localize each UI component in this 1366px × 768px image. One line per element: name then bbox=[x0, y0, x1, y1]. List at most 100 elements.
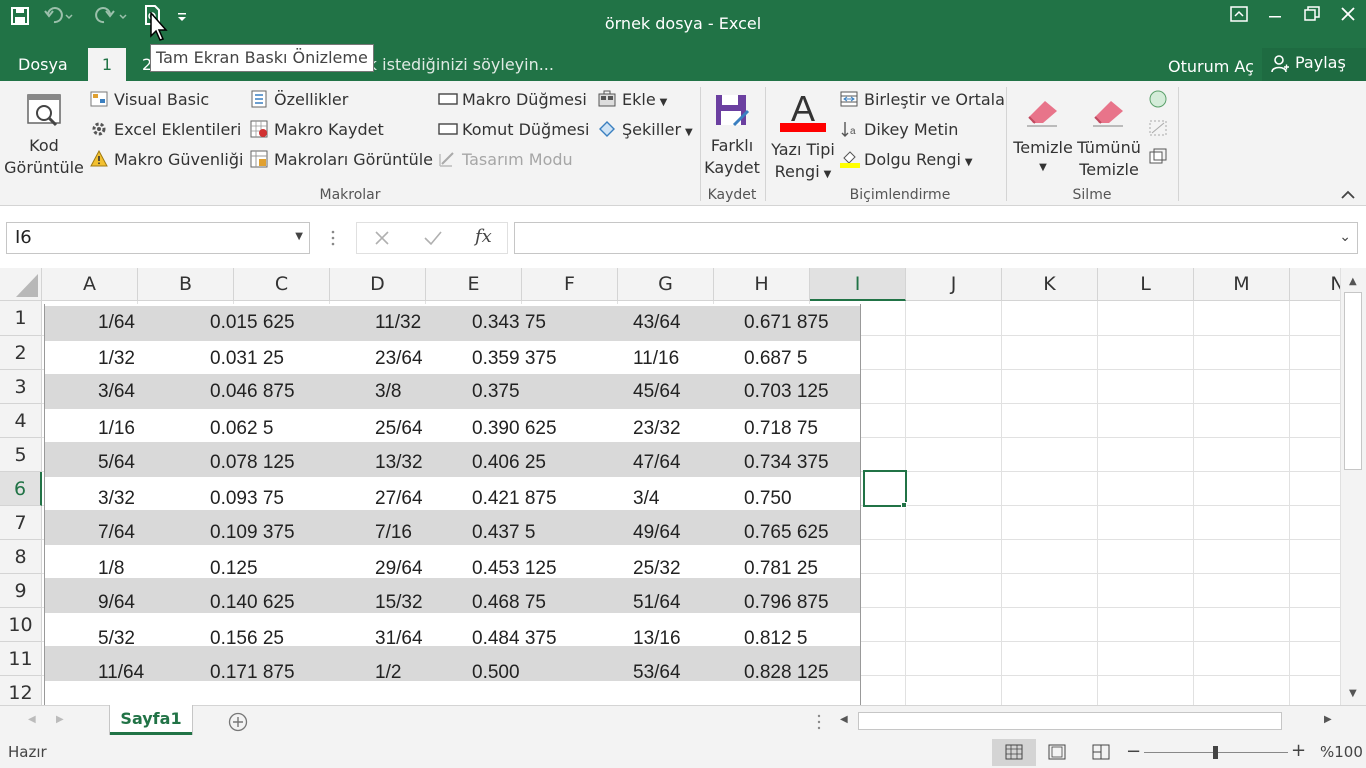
horizontal-scroll-thumb[interactable] bbox=[858, 712, 1282, 730]
vertical-text-icon: a bbox=[840, 120, 858, 138]
table-cell: 0.734 375 bbox=[744, 452, 829, 473]
view-code-icon bbox=[24, 91, 64, 131]
table-cell: 1/32 bbox=[98, 348, 135, 369]
collapse-ribbon-icon[interactable] bbox=[1340, 187, 1356, 201]
visual-basic-icon bbox=[90, 90, 108, 108]
table-cell: 0.437 5 bbox=[472, 522, 536, 543]
insert-function-icon[interactable]: fx bbox=[475, 226, 492, 247]
clear-button[interactable]: Temizle ▼ bbox=[1010, 91, 1076, 177]
chevron-down-icon[interactable]: ▼ bbox=[295, 231, 303, 242]
copy-sheet-icon[interactable] bbox=[1148, 147, 1168, 167]
zoom-level[interactable]: %100 bbox=[1320, 743, 1363, 761]
tooltip: Tam Ekran Baskı Önizleme bbox=[150, 44, 374, 72]
gear-icon bbox=[90, 120, 108, 138]
table-cell: 0.062 5 bbox=[210, 418, 274, 439]
clear-all-label-2: Temizle bbox=[1079, 160, 1139, 179]
record-macro-icon bbox=[250, 120, 268, 138]
font-color-button[interactable]: A Yazı Tipi Rengi ▼ bbox=[768, 88, 838, 186]
table-cell: 0.796 875 bbox=[744, 592, 829, 613]
record-macro-button[interactable]: Makro Kaydet bbox=[250, 117, 384, 143]
view-code-button[interactable]: Kod Görüntüle bbox=[4, 91, 84, 179]
merge-center-button[interactable]: Birleştir ve Ortala bbox=[840, 87, 1005, 113]
ribbon: Kod Görüntüle Visual Basic Excel Eklenti… bbox=[0, 81, 1366, 206]
command-button-icon bbox=[438, 120, 458, 138]
table-cell: 1/16 bbox=[98, 418, 135, 439]
page-layout-icon[interactable] bbox=[1048, 744, 1066, 764]
group-separator bbox=[1178, 87, 1179, 201]
name-box[interactable]: I6 ▼ bbox=[6, 222, 310, 254]
table-cell: 0.828 125 bbox=[744, 662, 829, 683]
split-handle-icon[interactable] bbox=[816, 712, 822, 732]
name-box-value: I6 bbox=[15, 227, 32, 248]
insert-dropdown[interactable]: Ekle ▼ bbox=[598, 87, 667, 113]
properties-button[interactable]: Özellikler bbox=[250, 87, 348, 113]
sign-in-link[interactable]: Oturum Aç bbox=[1168, 50, 1254, 83]
chevron-down-icon: ▼ bbox=[823, 169, 832, 180]
ribbon-display-options-icon[interactable] bbox=[1230, 6, 1248, 22]
table-cell: 0.453 125 bbox=[472, 558, 557, 579]
clear-all-button[interactable]: Tümünü Temizle bbox=[1074, 91, 1144, 181]
table-cell: 0.484 375 bbox=[472, 628, 557, 649]
tab-active[interactable]: 1 bbox=[88, 48, 126, 81]
normal-view-button[interactable] bbox=[992, 739, 1036, 766]
zoom-in-icon[interactable]: + bbox=[1291, 740, 1306, 761]
add-sheet-icon[interactable] bbox=[228, 712, 248, 732]
tab-dosya[interactable]: Dosya bbox=[18, 48, 68, 81]
macro-security-button[interactable]: Makro Güvenliği bbox=[90, 147, 243, 173]
table-cell: 0.093 75 bbox=[210, 488, 284, 509]
fill-color-dropdown[interactable]: Dolgu Rengi ▼ bbox=[840, 147, 973, 173]
cancel-icon[interactable] bbox=[373, 229, 391, 247]
close-icon[interactable] bbox=[1340, 6, 1356, 22]
table-image[interactable] bbox=[44, 304, 861, 705]
share-button[interactable]: Paylaş bbox=[1262, 48, 1366, 81]
vertical-scrollbar[interactable]: ▲ ▼ bbox=[1340, 268, 1366, 705]
visual-basic-button[interactable]: Visual Basic bbox=[90, 87, 209, 113]
prev-sheet-icon[interactable]: ◀ bbox=[28, 714, 36, 725]
save-as-button[interactable]: Farklı Kaydet bbox=[702, 91, 762, 179]
next-sheet-icon[interactable]: ▶ bbox=[56, 714, 64, 725]
formula-bar: I6 ▼ fx ⌄ bbox=[0, 206, 1366, 268]
fill-handle[interactable] bbox=[901, 502, 907, 508]
scroll-left-icon[interactable]: ◀ bbox=[840, 714, 848, 725]
view-macros-button[interactable]: Makroları Görüntüle bbox=[250, 147, 433, 173]
font-color-label-2: Rengi ▼ bbox=[774, 162, 832, 181]
clear-all-label-1: Tümünü bbox=[1077, 138, 1141, 157]
minimize-icon[interactable] bbox=[1268, 8, 1282, 22]
page-break-icon[interactable] bbox=[1092, 744, 1110, 764]
sheet-tab-sayfa1[interactable]: Sayfa1 bbox=[110, 705, 192, 735]
chevron-down-icon: ▼ bbox=[659, 97, 668, 108]
table-cell: 0.046 875 bbox=[210, 381, 295, 402]
restore-icon[interactable] bbox=[1304, 6, 1320, 22]
table-cell: 0.078 125 bbox=[210, 452, 295, 473]
formula-input[interactable]: ⌄ bbox=[514, 222, 1358, 254]
drag-handle-icon[interactable] bbox=[330, 228, 336, 248]
horizontal-scrollbar[interactable]: ◀ ▶ bbox=[836, 710, 1340, 732]
excel-addins-button[interactable]: Excel Eklentileri bbox=[90, 117, 241, 143]
design-mode-button[interactable]: Tasarım Modu bbox=[438, 147, 573, 173]
zoom-slider[interactable] bbox=[1144, 746, 1288, 759]
scroll-down-icon[interactable]: ▼ bbox=[1349, 688, 1357, 699]
table-cell: 0.421 875 bbox=[472, 488, 557, 509]
normal-view-icon bbox=[1005, 744, 1023, 764]
merge-center-icon bbox=[840, 90, 858, 108]
zoom-slider-thumb[interactable] bbox=[1213, 746, 1218, 759]
vertical-text-button[interactable]: a Dikey Metin bbox=[840, 117, 958, 143]
vertical-scroll-thumb[interactable] bbox=[1344, 292, 1362, 470]
shapes-dropdown[interactable]: Şekiller ▼ bbox=[598, 117, 693, 143]
table-cell: 3/32 bbox=[98, 488, 135, 509]
zoom-out-icon[interactable]: − bbox=[1126, 741, 1141, 762]
macro-button-button[interactable]: Makro Düğmesi bbox=[438, 87, 587, 113]
worksheet-grid[interactable]: ABCDEFGHIJKLMN 1 2 3 4 5 6 7 8 9 10 11 12 1/64 0.015… bbox=[0, 268, 1366, 705]
enter-icon[interactable] bbox=[423, 229, 443, 247]
chevron-down-icon[interactable]: ⌄ bbox=[1339, 229, 1351, 245]
table-band bbox=[45, 306, 860, 341]
circle-icon[interactable] bbox=[1148, 89, 1168, 109]
sheet-tab-bar: ◀ ▶ Sayfa1 ◀ ▶ bbox=[0, 705, 1366, 737]
table-cell: 3/8 bbox=[375, 381, 402, 402]
scroll-right-icon[interactable]: ▶ bbox=[1324, 714, 1332, 725]
erase-shape-icon[interactable] bbox=[1148, 118, 1168, 138]
scroll-up-icon[interactable]: ▲ bbox=[1349, 276, 1357, 287]
warning-icon bbox=[90, 149, 108, 168]
command-button-button[interactable]: Komut Düğmesi bbox=[438, 117, 589, 143]
tell-me-input[interactable]: ak istediğinizi söyleyin... bbox=[358, 48, 554, 81]
